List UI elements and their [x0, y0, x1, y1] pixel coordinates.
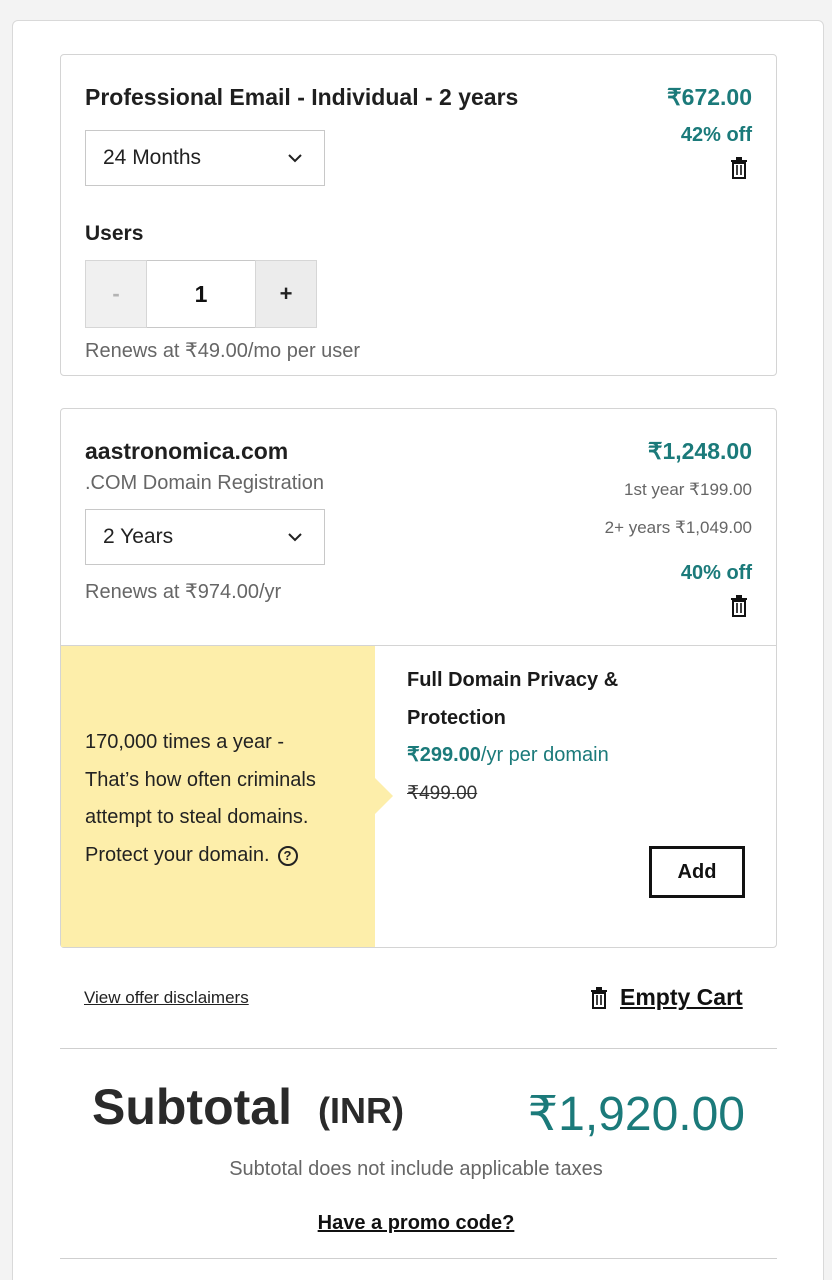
- domain-term-value: 2 Years: [103, 525, 174, 548]
- upsell-pitch-line-text: Protect your domain.: [85, 843, 270, 866]
- upsell-pitch-text: 170,000 times a year - That’s how often …: [85, 724, 355, 874]
- email-item-title: Professional Email - Individual - 2 year…: [85, 84, 519, 110]
- subtotal-label: Subtotal: [92, 1079, 292, 1135]
- trash-icon[interactable]: [730, 157, 748, 179]
- domain-later-years-price: 2+ years ₹1,049.00: [604, 518, 752, 537]
- domain-name: aastronomica.com: [85, 438, 289, 464]
- privacy-offer: Full Domain Privacy & Protection ₹299.00…: [407, 662, 767, 812]
- privacy-price-suffix: /yr per domain: [480, 744, 609, 766]
- users-increment-button[interactable]: +: [255, 260, 317, 328]
- chevron-down-icon: [288, 533, 302, 542]
- email-item-discount: 42% off: [680, 124, 752, 146]
- empty-cart-button[interactable]: Empty Cart: [590, 984, 743, 1011]
- domain-renew-note: Renews at ₹974.00/yr: [85, 581, 282, 603]
- domain-cart-item: aastronomica.com .COM Domain Registratio…: [60, 408, 777, 948]
- upsell-pitch-line: 170,000 times a year -: [85, 731, 284, 753]
- users-quantity-input[interactable]: 1: [147, 260, 255, 328]
- users-stepper: - 1 +: [85, 260, 317, 328]
- users-label: Users: [85, 222, 144, 245]
- upsell-pitch-line: attempt to steal domains.: [85, 806, 309, 828]
- chevron-down-icon: [288, 154, 302, 163]
- tax-note: Subtotal does not include applicable tax…: [229, 1158, 603, 1180]
- divider: [60, 1048, 777, 1049]
- view-offer-disclaimers-link[interactable]: View offer disclaimers: [84, 988, 249, 1008]
- domain-discount: 40% off: [680, 562, 752, 584]
- privacy-old-price: ₹499.00: [407, 782, 478, 804]
- privacy-title-line2: Protection: [407, 706, 506, 729]
- domain-first-year-price: 1st year ₹199.00: [623, 480, 752, 499]
- trash-icon[interactable]: [730, 595, 748, 617]
- privacy-price-amount: ₹299.00: [407, 744, 481, 766]
- subtotal-value: ₹1,920.00: [527, 1088, 745, 1141]
- upsell-pointer: [375, 778, 393, 814]
- empty-cart-label: Empty Cart: [620, 984, 743, 1010]
- privacy-upsell: 170,000 times a year - That’s how often …: [61, 645, 776, 947]
- upsell-pitch-panel: 170,000 times a year - That’s how often …: [61, 646, 375, 947]
- divider: [60, 1258, 777, 1259]
- privacy-price: ₹299.00/yr per domain: [407, 737, 767, 775]
- domain-term-select[interactable]: 2 Years: [85, 509, 325, 565]
- domain-subtitle: .COM Domain Registration: [85, 472, 324, 494]
- trash-icon: [591, 986, 607, 1009]
- privacy-title-line1: Full Domain Privacy &: [407, 669, 619, 691]
- email-cart-item: Professional Email - Individual - 2 year…: [60, 54, 777, 376]
- email-term-select[interactable]: 24 Months: [85, 130, 325, 186]
- domain-price: ₹1,248.00: [647, 438, 752, 464]
- email-item-price: ₹672.00: [667, 84, 752, 110]
- email-term-value: 24 Months: [103, 146, 202, 169]
- users-decrement-button[interactable]: -: [85, 260, 147, 328]
- help-icon[interactable]: ?: [277, 845, 298, 866]
- add-privacy-button[interactable]: Add: [649, 846, 745, 898]
- email-renew-note: Renews at ₹49.00/mo per user: [85, 340, 361, 362]
- upsell-pitch-line: Protect your domain.?: [85, 837, 355, 875]
- promo-code-link[interactable]: Have a promo code?: [0, 1212, 832, 1235]
- upsell-pitch-line: That’s how often criminals: [85, 768, 316, 791]
- subtotal-currency: (INR): [318, 1090, 404, 1131]
